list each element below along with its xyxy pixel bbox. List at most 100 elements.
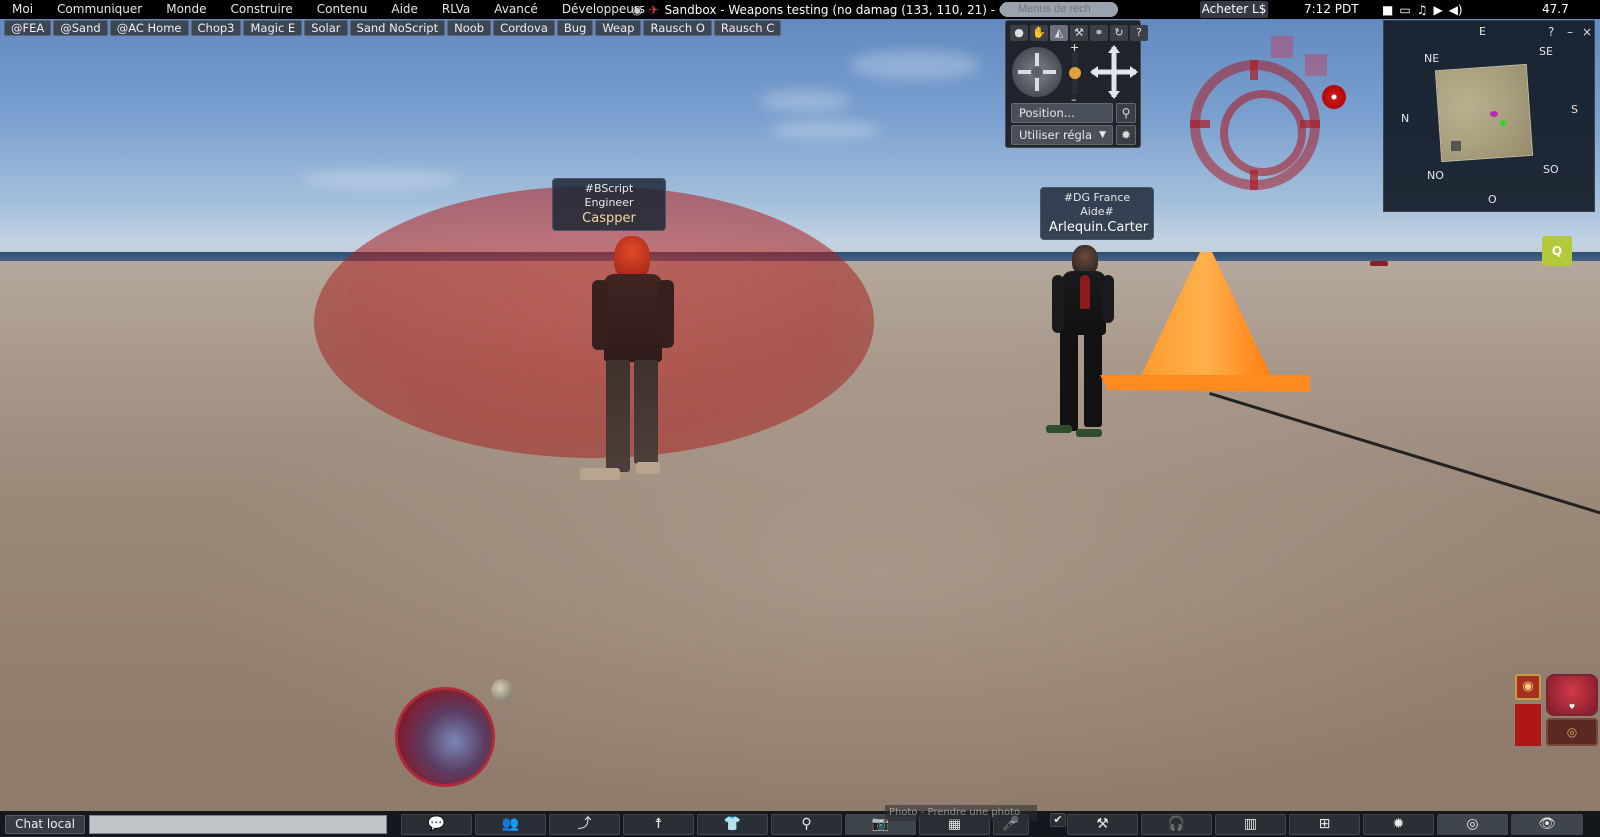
monitor-icon[interactable]: ▭: [1399, 3, 1410, 17]
favorites-bar: @FEA @Sand @AC Home Chop3 Magic E Solar …: [4, 20, 782, 36]
local-chat-button[interactable]: Chat local: [5, 815, 85, 834]
traffic-cone-object[interactable]: [1100, 250, 1310, 400]
avatar-dot-self[interactable]: [1490, 111, 1498, 117]
dances-menu-hud[interactable]: ♥: [1546, 674, 1598, 716]
map-icon[interactable]: ▥: [1215, 814, 1286, 835]
compass-n: N: [1401, 112, 1410, 125]
volume-icon[interactable]: ◀): [1449, 3, 1463, 17]
favorite-item[interactable]: Bug: [556, 20, 594, 36]
buy-currency-button[interactable]: Acheter L$: [1200, 1, 1268, 18]
music-icon[interactable]: ♫: [1417, 3, 1428, 17]
map-object-marker: [1451, 141, 1461, 151]
target-crosshair: [1250, 60, 1258, 80]
red-cube-object[interactable]: [1305, 54, 1327, 76]
minimap-minimize-button[interactable]: –: [1567, 25, 1573, 39]
region-map-tile[interactable]: [1434, 63, 1534, 163]
avatar-leg: [606, 360, 630, 472]
globe-hud[interactable]: [395, 687, 495, 787]
nametag-name: Arlequin.Carter: [1049, 220, 1149, 235]
visibility-icon[interactable]: ◉: [632, 3, 642, 17]
favorite-item[interactable]: Solar: [304, 20, 348, 36]
gear-icon[interactable]: ✹: [1116, 125, 1136, 145]
menu-aide[interactable]: Aide: [379, 0, 430, 19]
camera-pan-control[interactable]: [1090, 45, 1138, 99]
aperture-icon[interactable]: ✹: [1363, 814, 1434, 835]
favorite-item[interactable]: Cordova: [493, 20, 555, 36]
favorite-item[interactable]: @FEA: [4, 20, 52, 36]
hud-lower-icon[interactable]: ◎: [1546, 718, 1598, 746]
compass-so: SO: [1543, 163, 1559, 176]
status-icons: ■ ▭ ♫ ▶ ◀): [1382, 0, 1463, 19]
avatar-shoe: [1076, 429, 1102, 437]
zoom-plus-icon[interactable]: +: [1070, 41, 1079, 54]
camera-preset-dropdown[interactable]: Utiliser régla ▼: [1011, 125, 1113, 145]
person-icon[interactable]: ●: [1010, 25, 1028, 41]
avatar-leg: [634, 360, 658, 464]
nametag-group: #DG France Aide#: [1063, 191, 1131, 218]
walk-icon[interactable]: ⤴: [549, 814, 620, 835]
build-icon[interactable]: ⚒: [1067, 814, 1138, 835]
cloud: [850, 50, 980, 80]
favorite-item[interactable]: Chop3: [190, 20, 242, 36]
favorite-item[interactable]: Rausch C: [713, 20, 782, 36]
favorite-item[interactable]: Noob: [447, 20, 492, 36]
camera-orbit-control[interactable]: [1012, 47, 1062, 97]
media-camera-icon[interactable]: ■: [1382, 3, 1393, 17]
side-hud-icon[interactable]: Q: [1542, 236, 1572, 266]
zoom-knob[interactable]: [1069, 67, 1081, 79]
help-icon[interactable]: ?: [1130, 25, 1148, 41]
menu-avance[interactable]: Avancé: [482, 0, 550, 19]
hud-eye-icon[interactable]: ◉: [1515, 674, 1541, 700]
favorite-item[interactable]: Sand NoScript: [349, 20, 446, 36]
pin-icon[interactable]: ⚲: [1116, 103, 1136, 123]
radar-icon[interactable]: ◎: [1437, 814, 1508, 835]
red-button-object[interactable]: [1322, 85, 1346, 109]
menu-construire[interactable]: Construire: [219, 0, 305, 19]
chat-input[interactable]: [89, 815, 387, 834]
camera-position-button[interactable]: Position...: [1011, 103, 1113, 123]
reset-icon[interactable]: ↻: [1110, 25, 1128, 41]
favorite-item[interactable]: @AC Home: [109, 20, 189, 36]
target-crosshair: [1300, 120, 1320, 128]
avatar-leg: [1060, 331, 1078, 431]
avatar-arm: [658, 280, 674, 348]
menu-search-input[interactable]: [1000, 2, 1118, 17]
avatar-caspper[interactable]: [580, 236, 684, 496]
menu-monde[interactable]: Monde: [154, 0, 218, 19]
menu-moi[interactable]: Moi: [0, 0, 45, 19]
red-cube-object[interactable]: [1271, 36, 1293, 58]
link-icon[interactable]: ⚭: [1090, 25, 1108, 41]
favorite-item[interactable]: @Sand: [53, 20, 108, 36]
hud-red-bar[interactable]: [1515, 704, 1541, 746]
world-viewport[interactable]: #BScript Engineer Caspper #DG France Aid…: [0, 0, 1600, 837]
avatar-dot-other[interactable]: [1500, 120, 1506, 126]
video-icon[interactable]: ▶: [1433, 3, 1442, 17]
minimap-panel[interactable]: E NE SE N S NO SO O ? – ×: [1383, 20, 1595, 212]
menu-rlva[interactable]: RLVa: [430, 0, 482, 19]
favorite-item[interactable]: Magic E: [243, 20, 303, 36]
moon-hud[interactable]: [491, 679, 513, 701]
menu-contenu[interactable]: Contenu: [305, 0, 380, 19]
favorite-item[interactable]: Rausch O: [643, 20, 712, 36]
target-reticle-object[interactable]: [1190, 60, 1320, 190]
headphones-icon[interactable]: 🎧: [1141, 814, 1212, 835]
hand-icon[interactable]: ✋: [1030, 25, 1048, 41]
tool-icon[interactable]: ⚒: [1070, 25, 1088, 41]
avatar-arm: [592, 280, 608, 350]
region-title-area: ◉ ✈ Sandbox - Weapons testing (no damag …: [632, 0, 1016, 19]
voice-toggle-checkbox[interactable]: ✔: [1050, 813, 1066, 827]
menu-communiquer[interactable]: Communiquer: [45, 0, 154, 19]
region-title[interactable]: Sandbox - Weapons testing (no damag (133…: [665, 3, 1016, 17]
avatar-torso: [604, 274, 662, 362]
body-icon[interactable]: ◭: [1050, 25, 1068, 41]
search-icon[interactable]: ⚲: [771, 814, 842, 835]
minimap-help-button[interactable]: ?: [1548, 25, 1554, 39]
favorite-item[interactable]: Weap: [595, 20, 642, 36]
chat-icon[interactable]: 💬: [401, 814, 472, 835]
people-icon[interactable]: 👥: [475, 814, 546, 835]
minimap-close-button[interactable]: ×: [1582, 25, 1592, 39]
minimap-icon[interactable]: ⊞: [1289, 814, 1360, 835]
eye-icon[interactable]: 👁: [1511, 814, 1583, 835]
fly-icon[interactable]: ☨: [623, 814, 694, 835]
appearance-icon[interactable]: 👕: [697, 814, 768, 835]
